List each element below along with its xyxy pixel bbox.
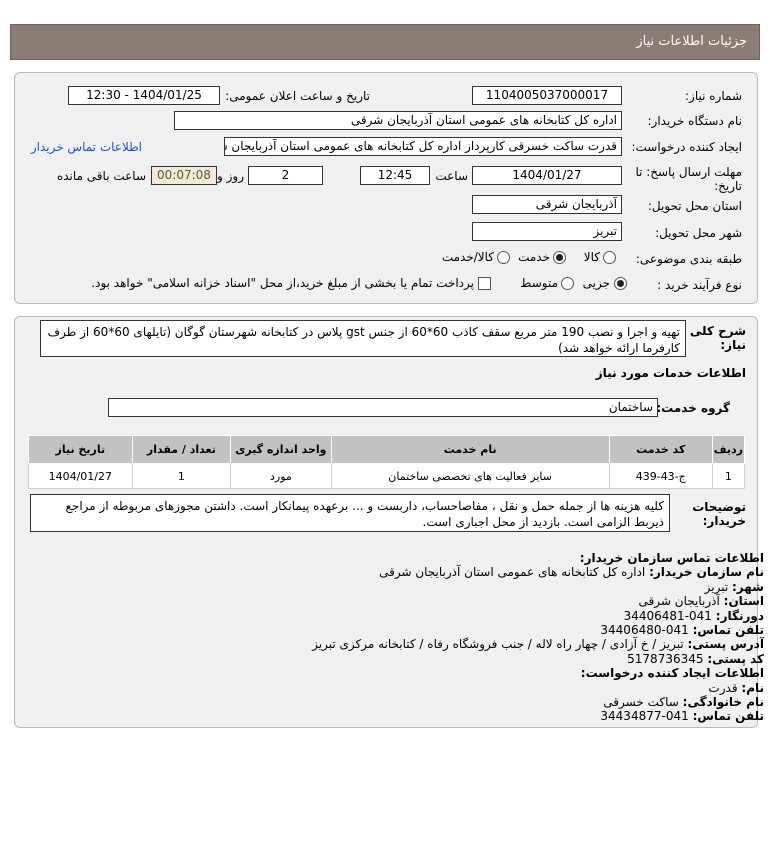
org-value: اداره کل کتابخانه های عمومی استان آذربای… [379, 565, 646, 580]
col-service-code: کد خدمت [608, 435, 713, 464]
col-need-date: تاریخ نیاز [28, 435, 133, 464]
service-group-label: گروه خدمت: [656, 401, 730, 415]
category-label: طبقه بندی موضوعی: [635, 252, 742, 266]
need-number-label: شماره نیاز: [685, 89, 742, 103]
process-radio-minor[interactable] [614, 277, 627, 290]
province-label: استان محل تحویل: [647, 199, 742, 213]
cell-quantity: 1 [131, 463, 232, 489]
family-value: ساکت خسرقی [603, 695, 679, 710]
address-value: تبریز / خ آزادی / چهار راه لاله / جنب فر… [312, 637, 684, 652]
service-group-field: ساختمان [108, 398, 658, 417]
name-value: قدرت [708, 680, 738, 695]
deadline-time-label: ساعت [435, 169, 468, 183]
col-row-number: ردیف [711, 435, 746, 464]
buyer-contact-link[interactable]: اطلاعات تماس خریدار [31, 140, 142, 154]
deadline-date-field: 1404/01/27 [472, 166, 622, 185]
col-quantity: تعداد / مقدار [131, 435, 232, 464]
postal-code-label: کد پستی: [707, 651, 764, 666]
remaining-time-field: 00:07:08 [151, 166, 217, 185]
table-header-row: ردیف کد خدمت نام خدمت واحد اندازه گیری ت… [28, 435, 746, 464]
city-label: شهر محل تحویل: [655, 226, 742, 240]
summary-text: تهیه و اجرا و نصب 190 متر مربع سقف کاذب … [40, 320, 686, 357]
announce-label: تاریخ و ساعت اعلان عمومی: [225, 89, 370, 103]
buyer-org-field: اداره کل کتابخانه های عمومی استان آذربای… [174, 111, 622, 130]
category-radio-goods[interactable] [603, 251, 616, 264]
col-service-name: نام خدمت [330, 435, 610, 464]
deadline-label-2: تاریخ: [714, 179, 742, 193]
contact-title: اطلاعات تماس سازمان خریدار: [579, 551, 764, 565]
address-label: آدرس پستی: [687, 637, 764, 652]
category-radio-goods-service[interactable] [497, 251, 510, 264]
table-row: 1 ج-43-439 سایر فعالیت های تخصصی ساختمان… [28, 463, 746, 489]
cell-service-code: ج-43-439 [608, 463, 713, 489]
buyer-notes-text: کلیه هزینه ها از جمله حمل و نقل ، مفاصاح… [30, 494, 670, 532]
buyer-notes-label: توضیحات خریدار: [692, 500, 746, 528]
city-contact-value: تبریز [704, 579, 729, 594]
category-radio-service[interactable] [553, 251, 566, 264]
category-option-service: خدمت [518, 250, 550, 264]
process-label: نوع فرآیند خرید : [657, 278, 742, 292]
page-title: جزئیات اطلاعات نیاز [636, 34, 747, 49]
services-table: ردیف کد خدمت نام خدمت واحد اندازه گیری ت… [28, 435, 746, 489]
name-label: نام: [741, 680, 764, 695]
cell-unit: مورد [230, 463, 332, 489]
buyer-org-label: نام دستگاه خریدار: [647, 114, 743, 128]
phone-label: تلفن تماس: [692, 623, 764, 638]
creator-phone-value: 041-34434877 [600, 709, 689, 724]
process-option-minor: جزیی [582, 276, 610, 290]
process-option-medium: متوسط [520, 276, 558, 290]
services-section-title: اطلاعات خدمات مورد نیاز [595, 366, 746, 380]
announce-field: 1404/01/25 - 12:30 [68, 86, 220, 105]
deadline-time-field: 12:45 [360, 166, 430, 185]
need-details-panel [14, 72, 758, 304]
province-contact-label: استان: [723, 594, 764, 609]
buyer-contact-info: اطلاعات تماس سازمان خریدار: نام سازمان خ… [14, 551, 764, 724]
postal-code-value: 5178736345 [627, 651, 704, 666]
col-unit: واحد اندازه گیری [230, 435, 332, 464]
treasury-payment-checkbox[interactable] [478, 277, 491, 290]
treasury-payment-note: پرداخت تمام یا بخشی از مبلغ خرید،از محل … [91, 276, 474, 290]
category-option-goods-service: کالا/خدمت [441, 250, 494, 264]
category-option-goods: کالا [583, 250, 600, 264]
province-field: آذربایجان شرقی [472, 195, 622, 214]
city-field: تبریز [472, 222, 622, 241]
days-field: 2 [248, 166, 323, 185]
family-label: نام خانوادگی: [682, 695, 764, 710]
deadline-label-1: مهلت ارسال پاسخ: تا [635, 165, 742, 179]
creator-phone-label: تلفن تماس: [692, 709, 764, 724]
province-contact-value: آذربایجان شرقی [638, 594, 720, 609]
cell-service-name: سایر فعالیت های تخصصی ساختمان [330, 463, 610, 489]
remaining-label: ساعت باقی مانده [56, 169, 146, 183]
cell-need-date: 1404/01/27 [28, 463, 133, 489]
process-radio-medium[interactable] [561, 277, 574, 290]
creator-label: ایجاد کننده درخواست: [631, 140, 742, 154]
need-number-field: 1104005037000017 [472, 86, 622, 105]
org-label: نام سازمان خریدار: [649, 565, 764, 580]
city-contact-label: شهر: [732, 579, 764, 594]
page-header: جزئیات اطلاعات نیاز [10, 24, 760, 60]
days-label: روز و [217, 169, 244, 183]
fax-label: دورنگار: [715, 608, 764, 623]
phone-value: 041-34406480 [600, 623, 689, 638]
cell-row-number: 1 [711, 463, 746, 489]
creator-field: قدرت ساکت خسرقی کارپرداز اداره کل کتابخا… [224, 137, 622, 156]
summary-label: شرح کلی نیاز: [689, 324, 746, 352]
creator-info-title: اطلاعات ایجاد کننده درخواست: [580, 666, 764, 681]
fax-value: 041-34406481 [623, 608, 712, 623]
